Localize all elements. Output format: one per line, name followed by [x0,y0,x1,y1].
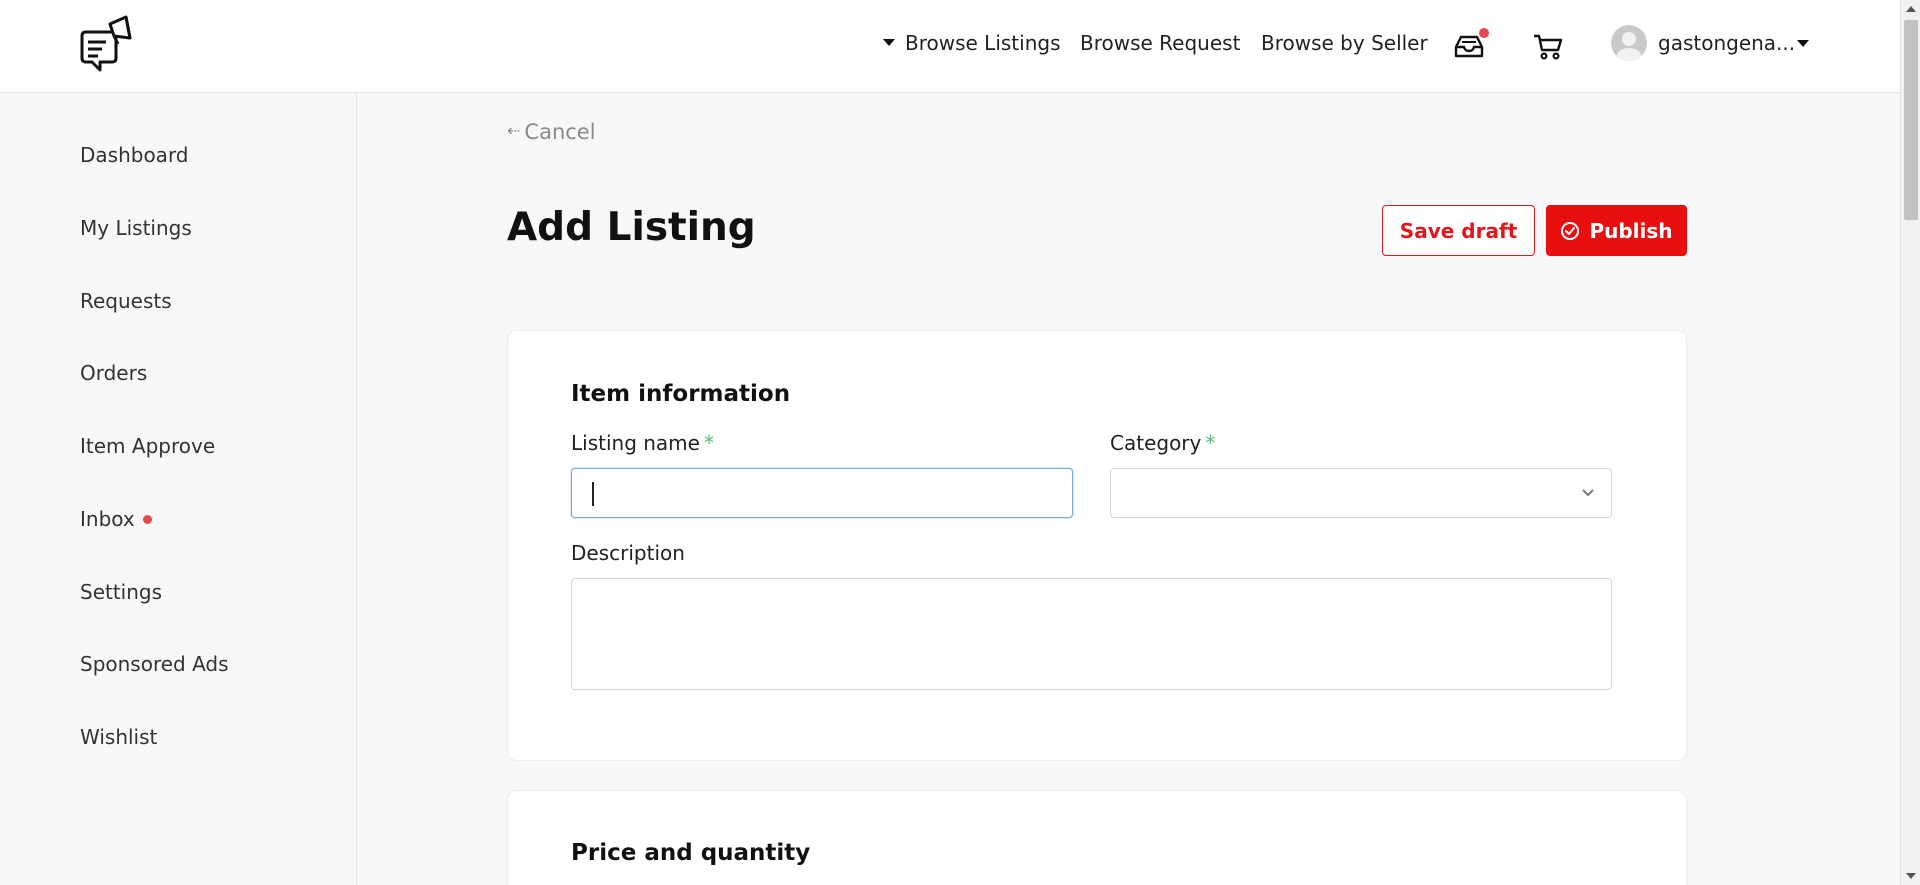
browse-by-seller-link[interactable]: Browse by Seller [1261,31,1428,55]
scrollbar-thumb[interactable] [1904,20,1918,220]
arrow-left-icon: ⇠ [507,121,521,140]
sidebar-item-requests[interactable]: Requests [80,289,172,313]
scroll-down-arrow-icon[interactable] [1906,873,1916,879]
browse-listings-label: Browse Listings [905,31,1061,55]
required-marker: * [1205,431,1216,455]
sidebar-item-settings[interactable]: Settings [80,580,162,604]
listing-name-input[interactable] [571,468,1073,518]
inbox-tray-icon[interactable] [1452,28,1489,63]
publish-label: Publish [1589,218,1673,243]
category-label-text: Category [1110,431,1202,455]
listing-name-label-text: Listing name [571,431,700,455]
text-cursor [592,482,594,506]
description-textarea[interactable] [571,578,1612,690]
megaphone-chat-logo[interactable] [76,14,138,80]
sidebar-item-orders[interactable]: Orders [80,361,147,385]
notification-dot [1479,28,1489,38]
sidebar-item-dashboard[interactable]: Dashboard [80,143,189,167]
price-quantity-card: Price and quantity [507,790,1687,885]
publish-button[interactable]: Publish [1546,205,1687,256]
sidebar-item-item-approve[interactable]: Item Approve [80,434,215,458]
cancel-label: Cancel [524,120,596,144]
check-circle-icon [1561,221,1580,240]
caret-down-icon [883,39,895,46]
user-menu-caret-icon[interactable] [1797,40,1809,47]
page-scrollbar[interactable] [1900,0,1920,885]
description-label: Description [571,541,685,565]
sidebar-item-sponsored-ads[interactable]: Sponsored Ads [80,652,229,676]
shopping-cart-icon[interactable] [1531,29,1565,63]
browse-listings-menu[interactable]: Browse Listings [883,31,1061,55]
item-information-title: Item information [571,381,791,407]
required-marker: * [703,431,714,455]
top-navigation-bar: Browse Listings Browse Request Browse by… [0,0,1900,93]
page-title: Add Listing [507,205,756,250]
category-label: Category * [1110,431,1215,455]
item-information-card: Item information Listing name * Category *… [507,330,1687,761]
cancel-link[interactable]: ⇠ Cancel [507,120,596,144]
listing-name-label: Listing name * [571,431,714,455]
sidebar-item-wishlist[interactable]: Wishlist [80,725,157,749]
chevron-down-icon [1582,489,1594,497]
sidebar-item-inbox[interactable]: Inbox [80,507,152,531]
sidebar-item-my-listings[interactable]: My Listings [80,216,192,240]
username-label[interactable]: gastongena... [1658,31,1795,55]
sidebar: Dashboard My Listings Requests Orders It… [0,93,357,885]
save-draft-button[interactable]: Save draft [1382,205,1535,256]
unread-dot [142,515,152,524]
sidebar-item-inbox-label: Inbox [80,507,135,531]
user-avatar[interactable] [1611,25,1647,61]
price-quantity-title: Price and quantity [571,840,811,866]
scroll-up-arrow-icon[interactable] [1906,6,1916,12]
category-select[interactable] [1110,468,1612,518]
browse-request-link[interactable]: Browse Request [1080,31,1240,55]
